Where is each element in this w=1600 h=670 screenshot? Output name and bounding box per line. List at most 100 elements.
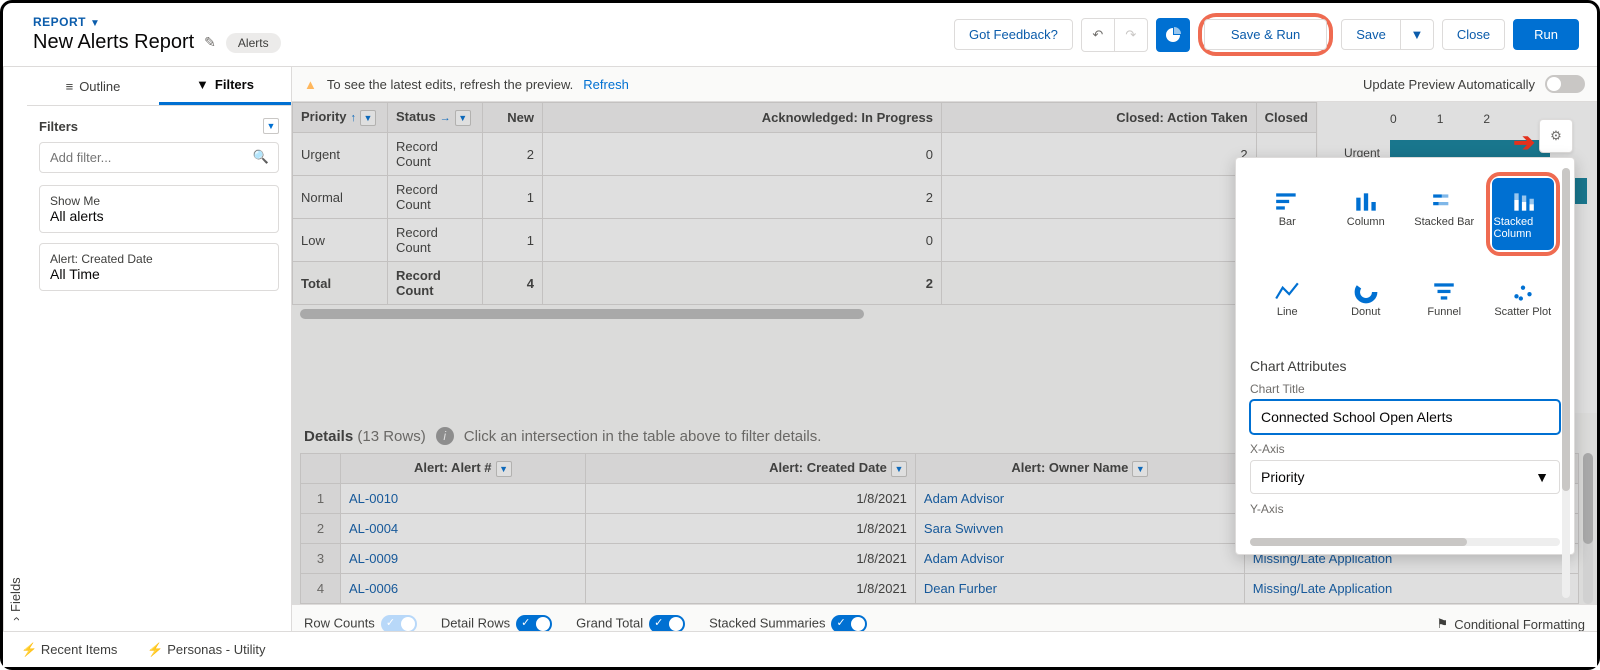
breadcrumb[interactable]: REPORT▼ — [33, 15, 281, 29]
col-priority[interactable]: Priority↑▼ — [293, 103, 388, 133]
cell[interactable]: 0 — [543, 219, 942, 262]
cell[interactable]: 1 — [483, 219, 543, 262]
cell[interactable]: 1 — [483, 176, 543, 219]
col-closed[interactable]: Closed — [1256, 103, 1316, 133]
cell: Record Count — [388, 219, 483, 262]
cell[interactable]: Normal — [293, 176, 388, 219]
alert-link[interactable]: AL-0004 — [341, 514, 586, 544]
rownum: 2 — [301, 514, 341, 544]
run-button[interactable]: Run — [1513, 19, 1579, 50]
chart-type-column[interactable]: Column — [1329, 172, 1404, 244]
alert-link[interactable]: AL-0009 — [341, 544, 586, 574]
tab-outline[interactable]: ≡ Outline — [27, 67, 159, 105]
recent-items-button[interactable]: ⚡ Recent Items — [21, 642, 117, 658]
x-axis-select[interactable]: Priority ▼ — [1250, 460, 1560, 494]
details-hint: Click an intersection in the table above… — [464, 428, 822, 445]
chart-attributes-heading: Chart Attributes — [1250, 358, 1560, 374]
chart-title-input[interactable] — [1250, 400, 1560, 434]
cell: Record Count — [388, 262, 483, 305]
auto-preview-toggle[interactable] — [1545, 75, 1585, 93]
col-menu[interactable]: ▼ — [360, 110, 376, 126]
chart-type-line[interactable]: Line — [1250, 262, 1325, 334]
toggle-chart-button[interactable] — [1156, 18, 1190, 52]
cell[interactable]: Urgent — [293, 133, 388, 176]
horizontal-scrollbar[interactable] — [300, 309, 864, 319]
reason-link[interactable]: Missing/Late Application — [1244, 574, 1578, 604]
vertical-scrollbar[interactable] — [1583, 453, 1593, 604]
close-button[interactable]: Close — [1442, 19, 1505, 50]
redo-button[interactable]: ↷ — [1114, 18, 1148, 52]
chart-type-stacked-bar[interactable]: Stacked Bar — [1407, 172, 1482, 244]
col-new[interactable]: New — [483, 103, 543, 133]
save-menu-button[interactable]: ▼ — [1400, 19, 1434, 50]
rownum: 3 — [301, 544, 341, 574]
save-and-run-button[interactable]: Save & Run — [1204, 19, 1327, 50]
filters-menu-button[interactable]: ▼ — [263, 118, 279, 134]
chart-type-label: Line — [1277, 306, 1298, 318]
personas-utility-button[interactable]: ⚡ Personas - Utility — [147, 642, 265, 658]
undo-button[interactable]: ↶ — [1081, 18, 1115, 52]
conditional-formatting-button[interactable]: ⚑Conditional Formatting — [1437, 616, 1585, 632]
details-label: Details — [304, 428, 353, 445]
col-closed-action[interactable]: Closed: Action Taken — [941, 103, 1256, 133]
cell: 1/8/2021 — [585, 574, 915, 604]
col-owner[interactable]: Alert: Owner Name▼ — [915, 454, 1244, 484]
chart-type-funnel[interactable]: Funnel — [1407, 262, 1482, 334]
chart-type-stacked-column[interactable]: Stacked Column — [1492, 178, 1555, 250]
col-menu[interactable]: ▼ — [496, 461, 512, 477]
col-menu[interactable]: ▼ — [455, 110, 471, 126]
cell[interactable]: 0 — [941, 219, 1256, 262]
cell[interactable]: 2 — [483, 133, 543, 176]
owner-link[interactable]: Sara Swivven — [915, 514, 1244, 544]
cell[interactable]: 2 — [543, 176, 942, 219]
save-button[interactable]: Save — [1341, 19, 1401, 50]
x-axis-value: Priority — [1261, 469, 1305, 485]
add-filter-input[interactable] — [39, 142, 279, 173]
y-axis-label: Y-Axis — [1250, 502, 1560, 516]
popover-v-scrollbar[interactable] — [1562, 168, 1570, 598]
col-alert-id[interactable]: Alert: Alert #▼ — [341, 454, 586, 484]
rownum: 4 — [301, 574, 341, 604]
line-icon — [1274, 278, 1300, 306]
fields-label: Fields — [8, 577, 23, 612]
col-menu[interactable]: ▼ — [891, 461, 907, 477]
col-ack[interactable]: Acknowledged: In Progress — [543, 103, 942, 133]
cell: Record Count — [388, 176, 483, 219]
cell[interactable]: 0 — [543, 133, 942, 176]
feedback-button[interactable]: Got Feedback? — [954, 19, 1073, 50]
edit-title-icon[interactable]: ✎ — [204, 34, 216, 51]
info-icon[interactable]: i — [436, 427, 454, 445]
tab-filters[interactable]: ▼ Filters — [159, 67, 291, 105]
col-status[interactable]: Status→▼ — [388, 103, 483, 133]
owner-link[interactable]: Adam Advisor — [915, 484, 1244, 514]
col-menu[interactable]: ▼ — [1132, 461, 1148, 477]
refresh-link[interactable]: Refresh — [583, 77, 629, 92]
alert-link[interactable]: AL-0006 — [341, 574, 586, 604]
auto-preview-label: Update Preview Automatically — [1363, 77, 1535, 92]
cell[interactable]: 2 — [941, 133, 1256, 176]
col-created[interactable]: Alert: Created Date▼ — [585, 454, 915, 484]
chart-type-donut[interactable]: Donut — [1329, 262, 1404, 334]
chart-type-bar[interactable]: Bar — [1250, 172, 1325, 244]
owner-link[interactable]: Dean Furber — [915, 574, 1244, 604]
cell[interactable]: Low — [293, 219, 388, 262]
column-icon — [1353, 188, 1379, 216]
popover-h-scrollbar[interactable] — [1250, 538, 1560, 546]
callout-save-run: Save & Run — [1198, 13, 1333, 56]
chart-type-label: Scatter Plot — [1494, 306, 1551, 318]
cell: 5 — [941, 262, 1256, 305]
alert-link[interactable]: AL-0010 — [341, 484, 586, 514]
chart-type-scatter[interactable]: Scatter Plot — [1486, 262, 1561, 334]
funnel-icon — [1431, 278, 1457, 306]
cell[interactable]: 3 — [941, 176, 1256, 219]
chevron-right-icon: › — [8, 617, 23, 621]
report-type-pill[interactable]: Alerts — [226, 33, 281, 53]
fields-side-tab[interactable]: › Fields — [3, 67, 27, 631]
chevron-down-icon: ▼ — [1535, 469, 1549, 485]
filter-card-created-date[interactable]: Alert: Created Date All Time — [39, 243, 279, 291]
chart-settings-button[interactable]: ⚙ — [1539, 119, 1573, 153]
filter-card-show-me[interactable]: Show Me All alerts — [39, 185, 279, 233]
owner-link[interactable]: Adam Advisor — [915, 544, 1244, 574]
lightning-icon: ⚡ — [147, 642, 163, 657]
callout-stacked-column: Stacked Column — [1486, 172, 1561, 256]
